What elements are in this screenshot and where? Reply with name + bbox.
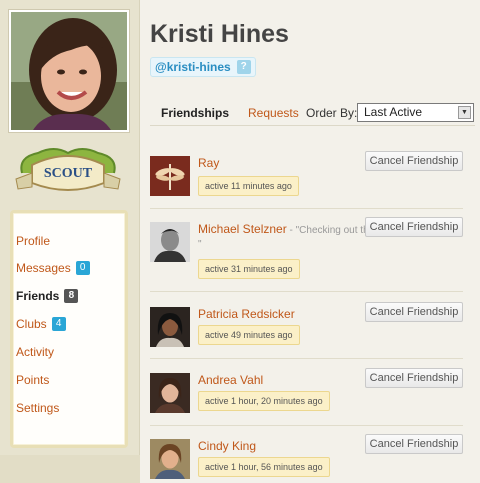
nav-item-label: Clubs	[16, 317, 47, 331]
cancel-friendship-button[interactable]: Cancel Friendship	[365, 302, 463, 322]
nav-item-settings[interactable]: Settings	[16, 401, 59, 415]
profile-handle: @kristi-hines ?	[150, 57, 256, 77]
friend-name[interactable]: Patricia Redsicker	[198, 307, 295, 321]
order-by-value: Last Active	[364, 105, 423, 119]
badge-label: SCOUT	[44, 166, 93, 181]
sidebar-footer	[0, 455, 140, 483]
last-active-badge: active 11 minutes ago	[198, 176, 299, 196]
profile-name: Kristi Hines	[150, 20, 289, 48]
last-active-badge: active 49 minutes ago	[198, 325, 300, 345]
friend-avatar[interactable]	[150, 373, 190, 413]
woman-portrait-icon	[150, 307, 190, 347]
friend-name[interactable]: Andrea Vahl	[198, 373, 263, 387]
friend-avatar[interactable]	[150, 307, 190, 347]
friend-status-cont: "	[198, 239, 202, 250]
friend-name[interactable]: Michael Stelzner	[198, 222, 287, 236]
friend-name-with-status: Michael Stelzner - "Checking out the	[198, 222, 374, 236]
handle-text[interactable]: @kristi-hines	[155, 57, 231, 77]
nav-item-label: Activity	[16, 345, 55, 359]
friend-avatar[interactable]	[150, 222, 190, 262]
nav-item-label: Friends	[16, 289, 60, 303]
row-divider	[150, 425, 463, 426]
nav-item-messages[interactable]: Messages 0	[16, 261, 90, 275]
profile-avatar[interactable]	[9, 10, 129, 132]
profile-photo	[11, 12, 127, 130]
tab-friendships[interactable]: Friendships	[161, 106, 229, 120]
scout-badge: SCOUT	[14, 143, 122, 197]
nav-item-activity[interactable]: Activity	[16, 345, 54, 359]
nav-item-label: Messages	[16, 261, 71, 275]
tab-requests[interactable]: Requests	[248, 106, 299, 120]
last-active-badge: active 1 hour, 56 minutes ago	[198, 457, 330, 477]
cancel-friendship-button[interactable]: Cancel Friendship	[365, 151, 463, 171]
order-by-label: Order By:	[306, 106, 358, 120]
nav-item-profile[interactable]: Profile	[16, 234, 50, 248]
nav-item-points[interactable]: Points	[16, 373, 49, 387]
dragonfly-icon	[150, 156, 190, 196]
row-divider	[150, 208, 463, 209]
clubs-count-badge: 4	[51, 317, 66, 331]
cancel-friendship-button[interactable]: Cancel Friendship	[365, 217, 463, 237]
nav-item-clubs[interactable]: Clubs 4	[16, 317, 66, 331]
chevron-down-icon[interactable]: ▼	[458, 106, 471, 119]
friend-avatar[interactable]	[150, 156, 190, 196]
nav-item-label: Profile	[16, 234, 51, 248]
last-active-badge: active 1 hour, 20 minutes ago	[198, 391, 330, 411]
friend-name[interactable]: Ray	[198, 156, 219, 170]
cancel-friendship-button[interactable]: Cancel Friendship	[365, 368, 463, 388]
woman-portrait-icon	[150, 439, 190, 479]
woman-portrait-icon	[150, 373, 190, 413]
help-icon[interactable]: ?	[236, 60, 251, 74]
nav-item-label: Settings	[16, 401, 60, 415]
messages-count-badge: 0	[75, 261, 90, 275]
man-portrait-icon	[150, 222, 190, 262]
friend-avatar[interactable]	[150, 439, 190, 479]
profile-sidebar: SCOUT Profile Messages 0 Friends 8 Clubs…	[0, 0, 140, 483]
last-active-badge: active 31 minutes ago	[198, 259, 300, 279]
row-divider	[150, 358, 463, 359]
friends-count-badge: 8	[64, 289, 79, 303]
friend-status: - "Checking out the	[286, 225, 375, 236]
friend-name[interactable]: Cindy King	[198, 439, 256, 453]
cancel-friendship-button[interactable]: Cancel Friendship	[365, 434, 463, 454]
nav-item-friends[interactable]: Friends 8	[16, 289, 79, 303]
nav-item-label: Points	[16, 373, 50, 387]
row-divider	[150, 291, 463, 292]
order-by-select[interactable]: Last Active ▼	[357, 103, 474, 122]
friends-tabs: Friendships Requests Order By: Last Acti…	[150, 100, 475, 126]
